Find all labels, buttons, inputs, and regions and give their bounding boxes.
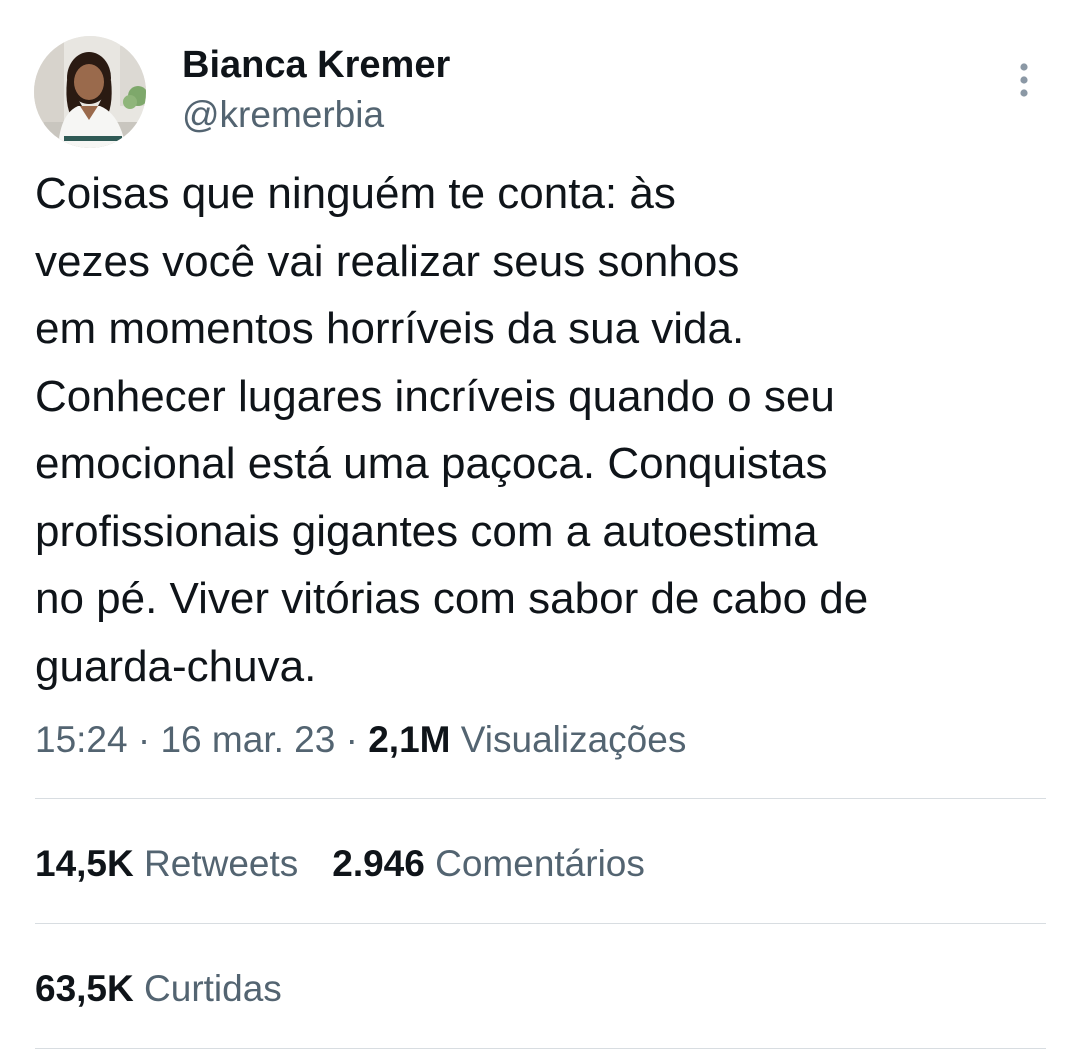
tweet-text-line: emocional está uma paçoca. Conquistas (35, 439, 828, 488)
tweet-text-line: guarda-chuva. (35, 641, 317, 691)
tweet-text-line: Conhecer lugares incríveis quando o seu (35, 371, 835, 421)
comments-stat[interactable]: 2.946 Comentários (332, 843, 645, 884)
avatar-photo (34, 36, 146, 148)
views-label: Visualizações (460, 719, 687, 760)
comments-count: 2.946 (332, 843, 425, 884)
stats-row: 14,5K Retweets 2.946 Comentários (35, 837, 645, 891)
likes-count: 63,5K (35, 968, 134, 1009)
avatar[interactable] (34, 36, 146, 148)
more-options-button[interactable] (1004, 58, 1044, 102)
tweet-time[interactable]: 15:24 (35, 719, 128, 760)
retweets-stat[interactable]: 14,5K Retweets (35, 843, 298, 884)
divider (35, 798, 1046, 799)
tweet-text-line: profissionais gigantes com a autoestima (35, 506, 818, 556)
divider (35, 1048, 1046, 1049)
retweets-label: Retweets (144, 843, 299, 884)
comments-label: Comentários (435, 843, 645, 884)
meta-separator: · (335, 719, 369, 760)
display-name[interactable]: Bianca Kremer (182, 42, 450, 88)
likes-stat[interactable]: 63,5K Curtidas (35, 968, 282, 1009)
views-count: 2,1M (368, 719, 451, 760)
tweet-text: Coisas que ninguém te conta: às vezes vo… (35, 160, 1055, 700)
tweet-text-line: no pé. Viver vitórias com sabor de cabo … (35, 574, 869, 623)
tweet-text-line: vezes você vai realizar seus sonhos (35, 236, 740, 286)
likes-label: Curtidas (144, 968, 282, 1009)
user-handle[interactable]: @kremerbia (182, 92, 384, 138)
retweets-count: 14,5K (35, 843, 134, 884)
tweet-date[interactable]: 16 mar. 23 (160, 719, 335, 760)
meta-separator: · (127, 719, 161, 760)
likes-row: 63,5K Curtidas (35, 962, 282, 1016)
tweet-text-line: em momentos horríveis da sua vida. (35, 304, 745, 353)
divider (35, 923, 1046, 924)
more-vertical-icon (1020, 63, 1028, 97)
tweet-text-line: Coisas que ninguém te conta: às (35, 169, 676, 218)
tweet-meta: 15:24 · 16 mar. 23 · 2,1M Visualizações (35, 713, 686, 767)
